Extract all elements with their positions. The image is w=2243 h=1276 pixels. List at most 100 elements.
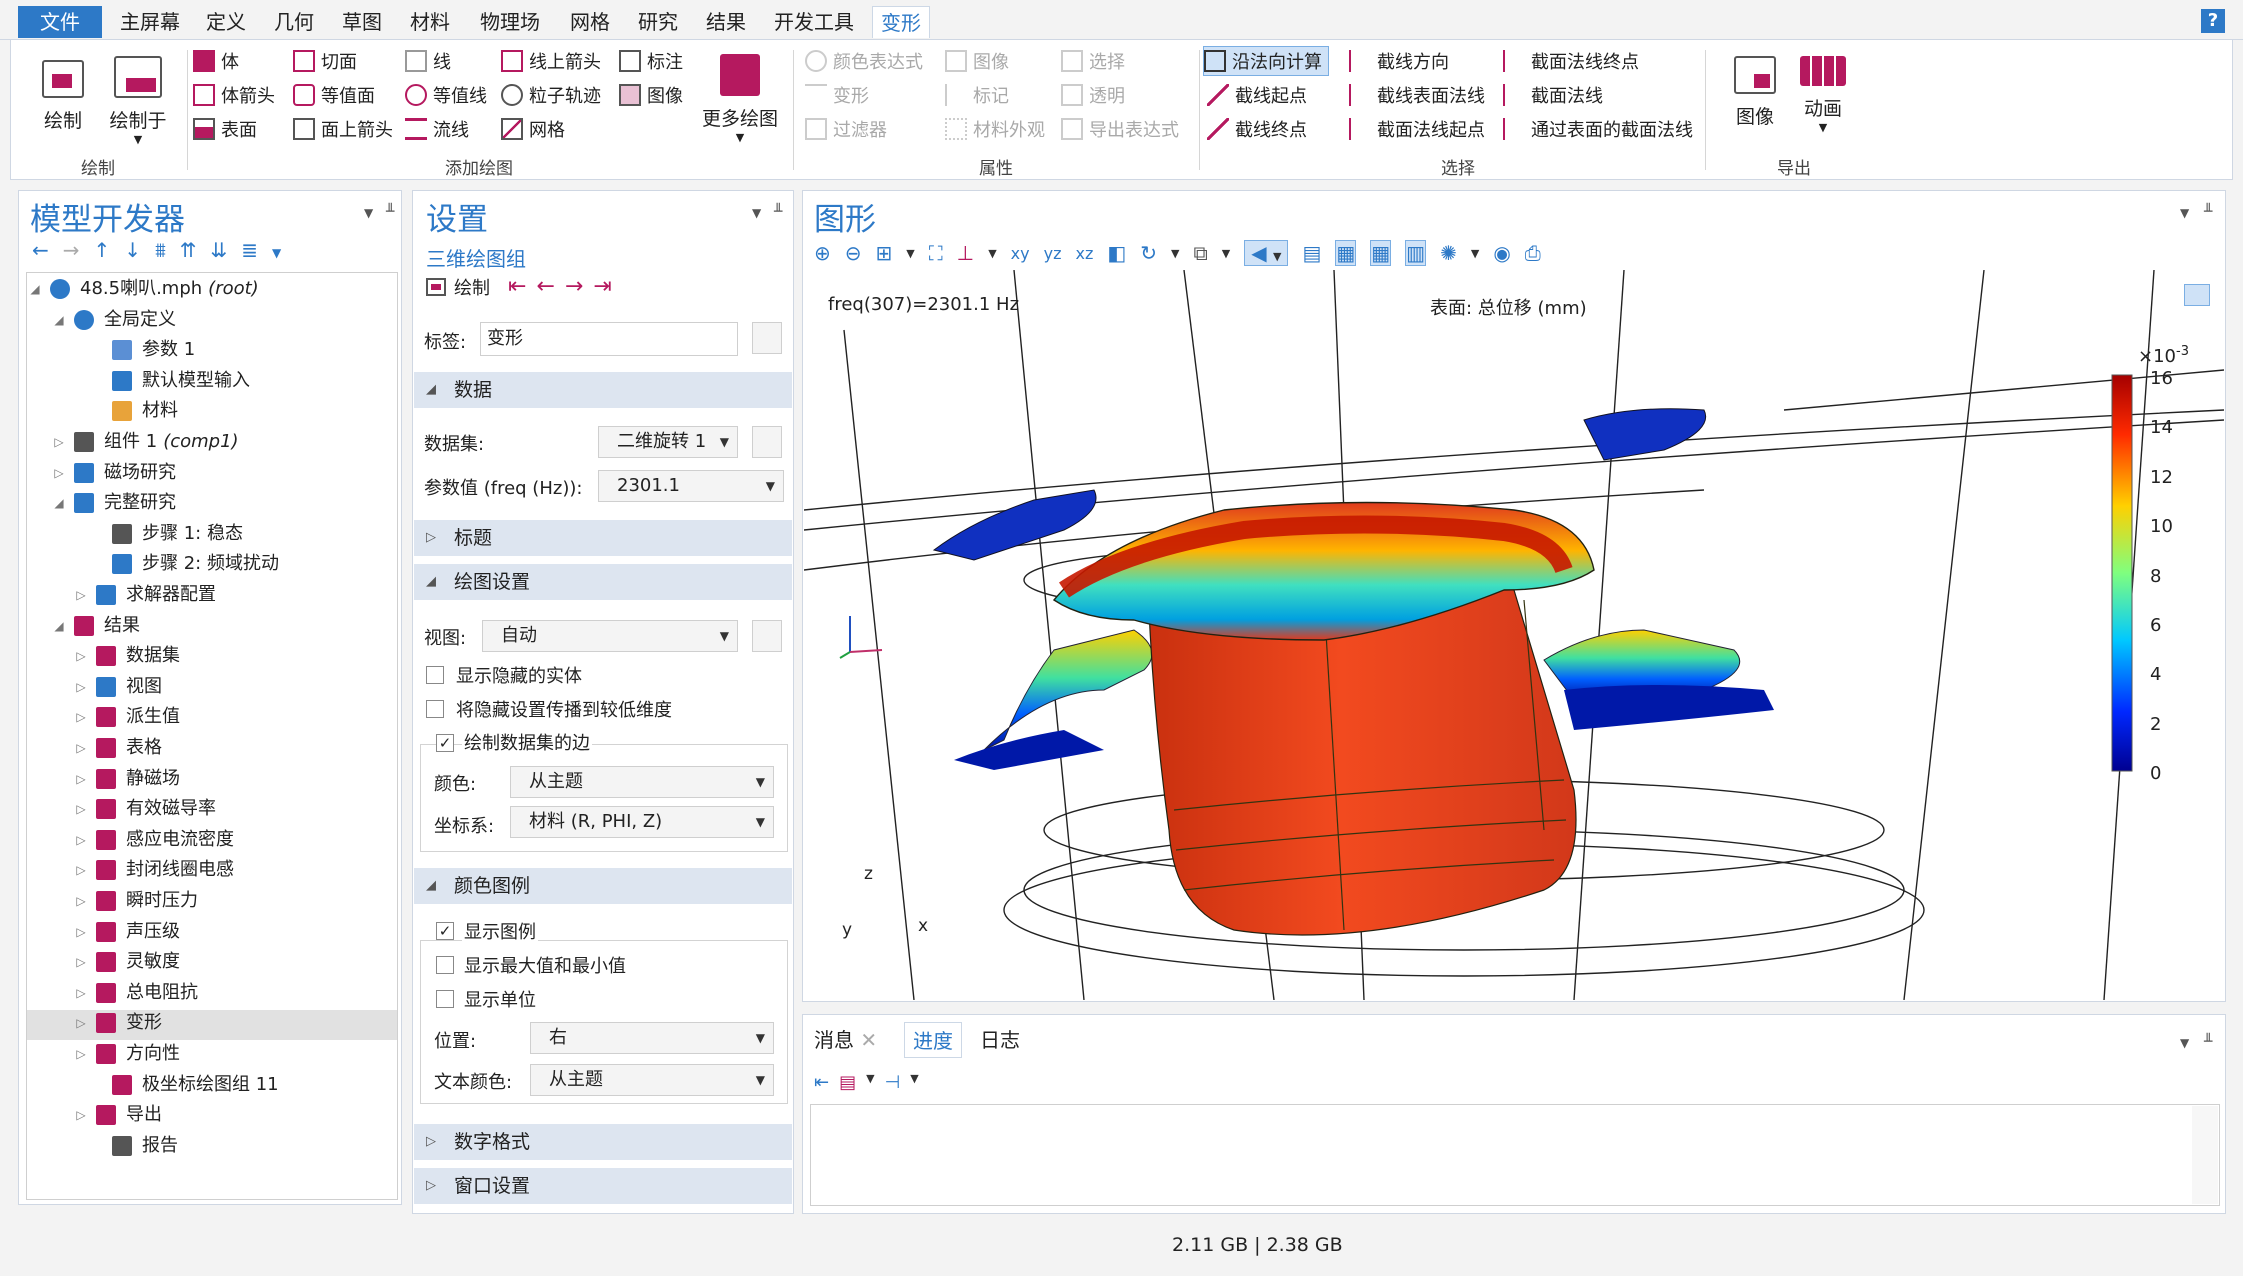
position-select[interactable]: 右 ▼ <box>530 1022 774 1054</box>
ribbon-material-appearance[interactable]: 材料外观 <box>945 114 1045 144</box>
tree-item-root[interactable]: ◢ 48.5喇叭.mph (root) <box>26 274 259 304</box>
ribbon-arrow-line[interactable]: 线上箭头 <box>501 46 601 76</box>
animation-button[interactable]: 动画 ▼ <box>1795 56 1851 134</box>
tree-item-total-impedance[interactable]: ▷ 总电阻抗 <box>72 978 198 1008</box>
menu-deformation[interactable]: 变形 <box>872 6 930 38</box>
menu-sketch[interactable]: 草图 <box>334 6 390 38</box>
chevron-down-icon[interactable]: ▼ <box>906 247 914 260</box>
plot-canvas[interactable] <box>804 270 2224 1000</box>
ribbon-particle[interactable]: 粒子轨迹 <box>501 80 601 110</box>
ribbon-line-end[interactable]: 截线终点 <box>1207 114 1307 144</box>
step-icon[interactable]: ⊣ <box>885 1072 901 1093</box>
pin-icon[interactable]: ╨ <box>2204 1034 2212 1050</box>
forward-icon[interactable]: → <box>63 238 94 262</box>
next-icon[interactable]: → <box>565 274 593 299</box>
tab-messages[interactable]: 消息 ✕ <box>806 1022 885 1058</box>
tree-item-magnetostatic[interactable]: ▷ 静磁场 <box>72 764 180 794</box>
ribbon-line[interactable]: 线 <box>405 46 451 76</box>
tree-item-sensitivity[interactable]: ▷ 灵敏度 <box>72 947 180 977</box>
ribbon-image[interactable]: 图像 <box>619 80 683 110</box>
tab-progress[interactable]: 进度 <box>904 1022 962 1058</box>
coord-select[interactable]: 材料 (R, PHI, Z) ▼ <box>510 806 774 838</box>
ribbon-annotation[interactable]: 标注 <box>619 46 683 76</box>
tree-item-default-model-inputs[interactable]: 默认模型输入 <box>88 366 250 396</box>
color-select[interactable]: 从主题 ▼ <box>510 766 774 798</box>
tree-item-instantaneous-pressure[interactable]: ▷ 瞬时压力 <box>72 886 198 916</box>
expand-toggle-icon[interactable]: ▷ <box>72 672 90 702</box>
toggle-legend-icon[interactable] <box>2184 284 2210 306</box>
tree-item-deformation[interactable]: ▷ 变形 <box>72 1008 162 1038</box>
ribbon-section-normal[interactable]: 截面法线 <box>1503 80 1603 110</box>
tree-item-step-1-stationary[interactable]: 步骤 1: 稳态 <box>88 519 243 549</box>
panel-menu-icon[interactable]: ▼ <box>364 206 373 220</box>
select-icon[interactable]: ⧉ <box>1193 241 1207 265</box>
ribbon-surface[interactable]: 表面 <box>193 114 257 144</box>
messages-scrollbar[interactable] <box>2192 1106 2218 1204</box>
menu-developer[interactable]: 开发工具 <box>766 6 862 38</box>
first-icon[interactable]: ⇤ <box>508 274 536 299</box>
tree-item-full-study[interactable]: ◢ 完整研究 <box>50 488 176 518</box>
ribbon-slice[interactable]: 切面 <box>293 46 357 76</box>
panel-menu-icon[interactable]: ▼ <box>2180 206 2189 220</box>
section-number-format[interactable]: ▷ 数字格式 <box>414 1124 792 1160</box>
draw-edges-checkbox[interactable]: ✓ <box>436 734 454 752</box>
tree-item-coil-inductance[interactable]: ▷ 封闭线圈电感 <box>72 855 234 885</box>
tree-item-results[interactable]: ◢ 结果 <box>50 611 140 641</box>
expand-toggle-icon[interactable]: ▷ <box>72 855 90 885</box>
ribbon-filter[interactable]: 过滤器 <box>805 114 887 144</box>
param-select[interactable]: 2301.1 ▼ <box>598 470 784 502</box>
section-window-settings[interactable]: ▷ 窗口设置 <box>414 1168 792 1204</box>
expand-toggle-icon[interactable]: ◢ <box>50 611 68 641</box>
tree-item-global-definitions[interactable]: ◢ 全局定义 <box>50 305 176 335</box>
ribbon-export-expression[interactable]: 导出表达式 <box>1061 114 1179 144</box>
pin-icon[interactable]: ╨ <box>2204 204 2212 220</box>
chevron-down-icon[interactable]: ▼ <box>1171 247 1179 260</box>
wireframe-icon[interactable]: ▦ <box>1335 240 1357 266</box>
tree-item-tables[interactable]: ▷ 表格 <box>72 733 162 763</box>
dataset-goto-button[interactable] <box>752 426 782 458</box>
plot-button[interactable]: 绘制 <box>37 60 89 133</box>
tree-item-effective-permeability[interactable]: ▷ 有效磁导率 <box>72 794 216 824</box>
menu-physics[interactable]: 物理场 <box>472 6 548 38</box>
section-plot-settings[interactable]: ◢ 绘图设置 <box>414 564 792 600</box>
tree-item-parameters-1[interactable]: 参数 1 <box>88 335 195 365</box>
ribbon-isosurface[interactable]: 等值面 <box>293 80 375 110</box>
ribbon-normal-compute[interactable]: 沿法向计算 <box>1203 46 1329 76</box>
show-legend-checkbox[interactable]: ✓ <box>436 922 454 940</box>
tree-item-directivity[interactable]: ▷ 方向性 <box>72 1039 180 1069</box>
menu-results[interactable]: 结果 <box>698 6 754 38</box>
label-input[interactable]: 变形 <box>480 322 738 356</box>
camera-icon[interactable]: ◉ <box>1493 241 1510 265</box>
view-xz-icon[interactable]: xz <box>1075 244 1093 263</box>
ribbon-streamline[interactable]: 流线 <box>405 114 469 144</box>
expand-toggle-icon[interactable]: ▷ <box>72 733 90 763</box>
tree-item-component-1[interactable]: ▷ 组件 1 (comp1) <box>50 427 239 457</box>
layout-icon[interactable]: ▤ <box>839 1072 856 1093</box>
chevron-down-icon[interactable]: ▼ <box>1471 247 1479 260</box>
expand-toggle-icon[interactable]: ▷ <box>72 825 90 855</box>
view-select[interactable]: 自动 ▼ <box>482 620 738 652</box>
ribbon-mesh[interactable]: 网格 <box>501 114 565 144</box>
ribbon-line-surface-normal[interactable]: 截线表面法线 <box>1349 80 1485 110</box>
help-icon[interactable]: ? <box>2201 9 2225 33</box>
ribbon-line-start[interactable]: 截线起点 <box>1207 80 1307 110</box>
expand-icon[interactable]: ⇊ <box>211 238 242 262</box>
section-data[interactable]: ◢ 数据 <box>414 372 792 408</box>
view-xy-icon[interactable]: xy <box>1011 244 1030 263</box>
menu-definitions[interactable]: 定义 <box>198 6 254 38</box>
ribbon-deform[interactable]: 变形 <box>805 80 869 110</box>
collapse-icon[interactable]: ⇈ <box>180 238 211 262</box>
plot-in-button[interactable]: 绘制于 ▼ <box>103 56 173 146</box>
print-icon[interactable]: ⎙ <box>1525 241 1541 265</box>
expand-toggle-icon[interactable]: ▷ <box>72 978 90 1008</box>
expand-toggle-icon[interactable]: ▷ <box>72 641 90 671</box>
tree-item-reports[interactable]: 报告 <box>88 1131 178 1161</box>
ribbon-transparency[interactable]: 透明 <box>1061 80 1125 110</box>
settings-plot-button[interactable]: 绘制 <box>426 274 490 300</box>
legend-icon[interactable]: ▥ <box>1405 240 1427 266</box>
chevron-down-icon[interactable]: ▼ <box>910 1072 918 1093</box>
rotate-icon[interactable]: ↻ <box>1140 241 1157 265</box>
expand-toggle-icon[interactable]: ▷ <box>50 458 68 488</box>
label-edit-button[interactable] <box>752 322 782 354</box>
grid-icon[interactable]: ▦ <box>1370 240 1392 266</box>
